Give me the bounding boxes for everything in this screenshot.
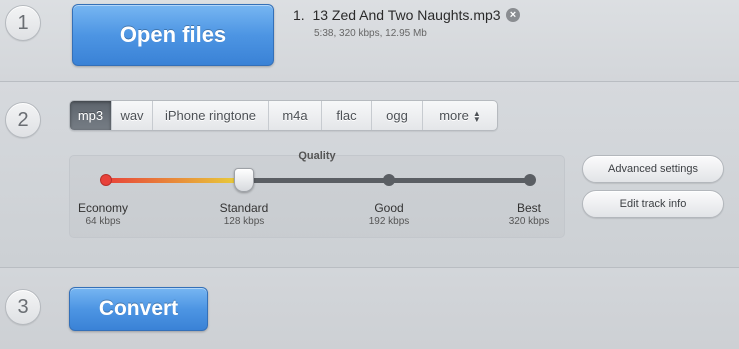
tab-mp3[interactable]: mp3 xyxy=(70,101,112,130)
remove-file-icon[interactable]: × xyxy=(506,8,520,22)
file-index: 1. xyxy=(293,7,305,23)
quality-stop-economy[interactable] xyxy=(100,174,112,186)
tab-iphone-ringtone[interactable]: iPhone ringtone xyxy=(153,101,269,130)
edit-track-info-button[interactable]: Edit track info xyxy=(582,190,724,218)
level-bitrate: 320 kbps xyxy=(508,216,550,227)
advanced-settings-button[interactable]: Advanced settings xyxy=(582,155,724,183)
open-files-button[interactable]: Open files xyxy=(72,4,274,66)
level-name: Good xyxy=(374,201,404,215)
quality-stop-good[interactable] xyxy=(383,174,395,186)
quality-stop-best[interactable] xyxy=(524,174,536,186)
up-down-arrows-icon: ▲ ▼ xyxy=(472,108,481,124)
file-name: 13 Zed And Two Naughts.mp3 xyxy=(312,7,501,23)
step-number-3: 3 xyxy=(5,289,41,325)
tab-wav[interactable]: wav xyxy=(112,101,153,130)
tab-more-label: more xyxy=(439,108,469,123)
quality-track-filled xyxy=(104,178,244,183)
format-tabs: mp3 wav iPhone ringtone m4a flac ogg mor… xyxy=(69,100,498,131)
level-good: Good 192 kbps xyxy=(339,201,439,227)
level-best: Best 320 kbps xyxy=(479,201,579,227)
file-title: 1. 13 Zed And Two Naughts.mp3 xyxy=(293,7,501,23)
file-entry: 1. 13 Zed And Two Naughts.mp3 5:38, 320 … xyxy=(293,7,501,39)
step-number-2: 2 xyxy=(5,102,41,138)
convert-button[interactable]: Convert xyxy=(69,287,208,331)
level-standard: Standard 128 kbps xyxy=(194,201,294,227)
level-name: Best xyxy=(516,201,541,215)
level-bitrate: 128 kbps xyxy=(223,216,265,227)
tab-m4a[interactable]: m4a xyxy=(269,101,322,130)
tab-ogg[interactable]: ogg xyxy=(372,101,423,130)
tab-more[interactable]: more ▲ ▼ xyxy=(423,101,497,130)
quality-slider-handle[interactable] xyxy=(234,168,254,192)
level-bitrate: 64 kbps xyxy=(85,216,121,227)
level-name: Standard xyxy=(219,201,269,215)
file-meta: 5:38, 320 kbps, 12.95 Mb xyxy=(314,28,427,39)
level-name: Economy xyxy=(77,201,129,215)
tab-flac[interactable]: flac xyxy=(322,101,372,130)
level-economy: Economy 64 kbps xyxy=(53,201,153,227)
level-bitrate: 192 kbps xyxy=(368,216,410,227)
step-number-1: 1 xyxy=(5,5,41,41)
quality-title: Quality xyxy=(298,150,336,162)
